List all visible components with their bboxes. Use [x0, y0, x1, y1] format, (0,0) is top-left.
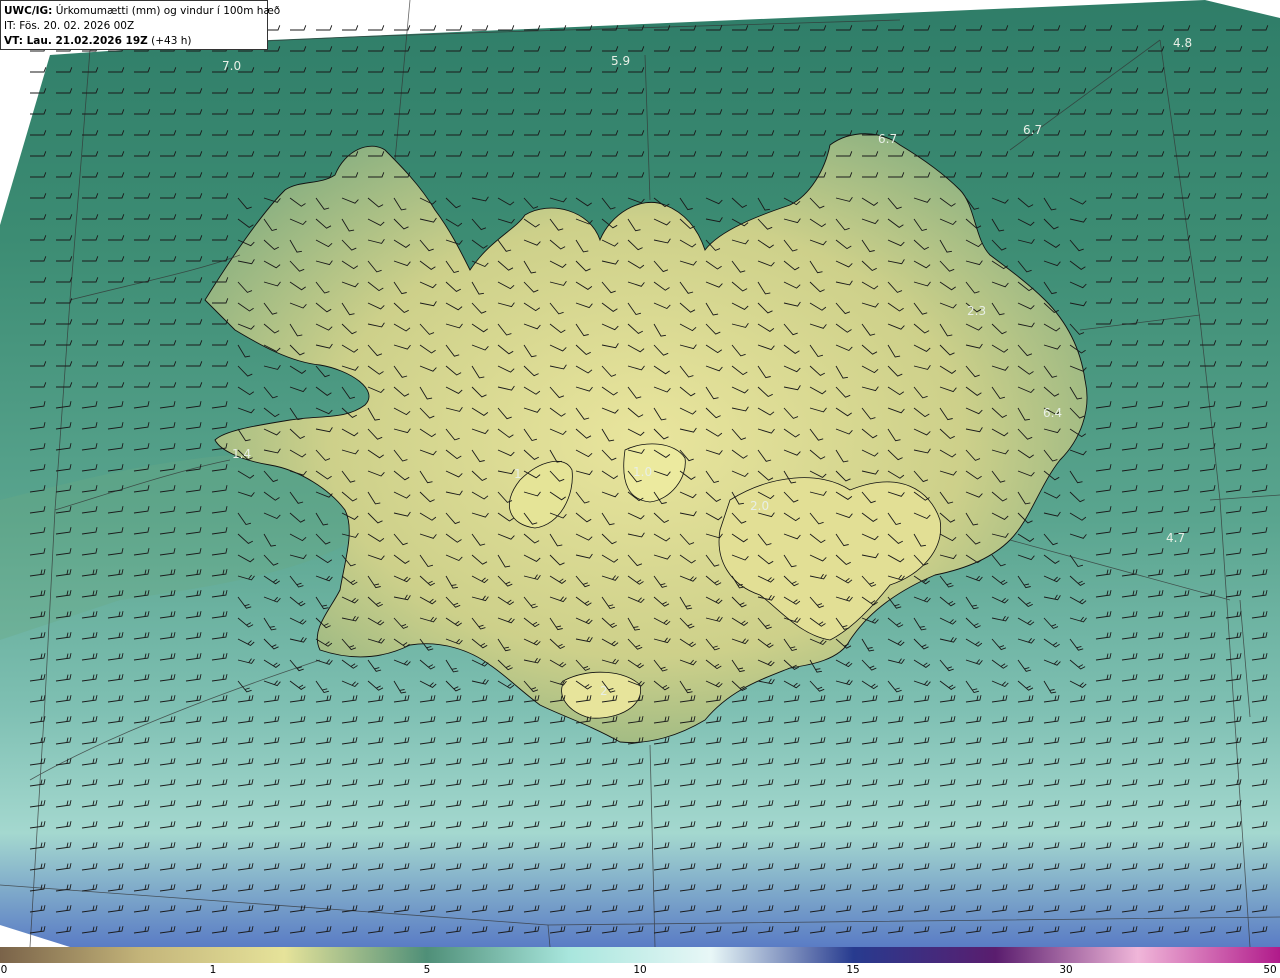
forecast-map-view: 7.0 5.9 4.8 6.7 6.7 2.3 6.4 1.0 1 4.7 2.…: [0, 0, 1280, 978]
valid-offset: (+43 h): [151, 35, 192, 47]
map-value-label: 1: [514, 467, 522, 481]
map-value-label: 6.7: [878, 132, 897, 146]
map-value-label: 5.9: [611, 54, 630, 68]
valid-time: VT: Lau. 21.02.2026 19Z: [4, 35, 148, 47]
precipitation-map: 7.0 5.9 4.8 6.7 6.7 2.3 6.4 1.0 1 4.7 2.…: [0, 0, 1280, 947]
map-value-label: 6.7: [1023, 123, 1042, 137]
map-value-label: 4.7: [1166, 531, 1185, 545]
map-value-label: 2.3: [967, 304, 986, 318]
map-value-label: 1.4: [232, 447, 251, 461]
valid-time-line: VT: Lau. 21.02.2026 19Z (+43 h): [4, 34, 267, 49]
scale-tick-label: 15: [846, 964, 860, 976]
product-code: UWC/IG:: [4, 5, 53, 17]
product-line: UWC/IG: Úrkomumætti (mm) og vindur í 100…: [4, 4, 280, 19]
color-scale-ticks: 0 1 5 10 15 30 50: [0, 963, 1280, 978]
init-time: IT: Fös. 20. 02. 2026 00Z: [4, 20, 135, 32]
map-value-label: 7.0: [222, 59, 241, 73]
map-value-label: 2.0: [750, 499, 769, 513]
map-value-label: 4.8: [1173, 36, 1192, 50]
forecast-info-box: UWC/IG: Úrkomumætti (mm) og vindur í 100…: [0, 0, 280, 50]
map-value-label: 1.0: [633, 465, 652, 479]
product-description: Úrkomumætti (mm) og vindur í 100m hæð: [55, 5, 281, 17]
scale-tick-label: 1: [209, 964, 217, 976]
scale-tick-label: 30: [1059, 964, 1073, 976]
map-value-label: 2: [600, 684, 608, 698]
scale-tick-label: 50: [1263, 964, 1277, 976]
color-scale-bar: [0, 947, 1280, 963]
scale-tick-label: 10: [633, 964, 647, 976]
scale-tick-label: 0: [0, 964, 8, 976]
scale-tick-label: 5: [423, 964, 431, 976]
map-value-label: 6.4: [1043, 406, 1062, 420]
